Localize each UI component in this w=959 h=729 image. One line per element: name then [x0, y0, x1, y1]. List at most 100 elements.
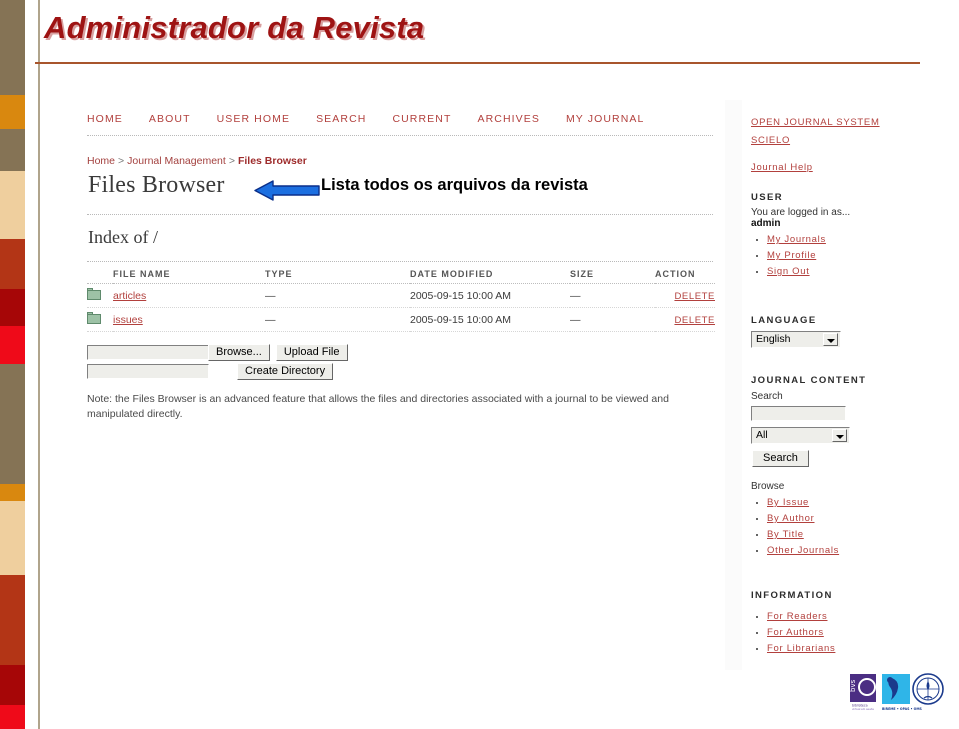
nav-user-home[interactable]: USER HOME: [217, 113, 291, 125]
row-type-cell: —: [265, 283, 410, 308]
user-logged-in-text: You are logged in as...: [751, 207, 851, 218]
browse-by-title-link[interactable]: By Title: [767, 529, 804, 540]
strip-segment-5: [0, 289, 25, 326]
chevron-down-icon[interactable]: [823, 333, 838, 347]
file-link-articles[interactable]: articles: [113, 290, 146, 302]
th-spacer: [87, 267, 113, 284]
bvs-logo: bvs biblioteca virtual em saude: [849, 674, 876, 711]
breadcrumb-separator-1: >: [118, 155, 125, 167]
search-scope-value: All: [756, 429, 768, 442]
breadcrumb-separator-2: >: [228, 155, 235, 167]
create-directory-row: Create Directory: [87, 363, 334, 381]
nav-current[interactable]: CURRENT: [392, 113, 451, 125]
ojs-brand-link-line2[interactable]: SCIELO: [751, 135, 790, 146]
row-action-cell: DELETE: [655, 283, 715, 308]
user-links: My Journals My Profile Sign Out: [751, 231, 886, 278]
th-action: ACTION: [655, 267, 715, 284]
search-scope-select[interactable]: All: [751, 427, 850, 445]
main-content-column: HOME ABOUT USER HOME SEARCH CURRENT ARCHIVES M…: [77, 100, 725, 670]
browse-links: By Issue By Author By Title Other Journa…: [751, 494, 886, 557]
upload-file-button[interactable]: Upload File: [275, 344, 348, 362]
heading-divider: [87, 213, 713, 215]
strip-segment-11: [0, 665, 25, 705]
sign-out-link[interactable]: Sign Out: [767, 266, 810, 277]
svg-text:virtual em saude: virtual em saude: [852, 707, 874, 711]
browse-by-issue-link[interactable]: By Issue: [767, 497, 809, 508]
svg-text:BIREME • OPAS • OMS: BIREME • OPAS • OMS: [882, 707, 923, 711]
ojs-brand-link-line1[interactable]: OPEN JOURNAL SYSTEM: [751, 117, 880, 128]
row-action-cell: DELETE: [655, 307, 715, 332]
annotation-arrow-icon: [254, 180, 320, 201]
for-readers-link[interactable]: For Readers: [767, 611, 828, 622]
nav-about[interactable]: ABOUT: [149, 113, 191, 125]
th-size: SIZE: [570, 267, 655, 284]
strip-edge-line: [38, 0, 40, 729]
my-profile-link[interactable]: My Profile: [767, 250, 816, 261]
list-item: By Author: [767, 510, 886, 525]
nav-archives[interactable]: ARCHIVES: [477, 113, 539, 125]
svg-text:bvs: bvs: [849, 679, 857, 692]
upload-file-input[interactable]: [87, 345, 209, 361]
upload-file-row: Browse... Upload File: [87, 344, 348, 362]
delete-link-issues[interactable]: DELETE: [674, 315, 715, 326]
strip-segment-6: [0, 326, 25, 364]
browse-button[interactable]: Browse...: [208, 344, 270, 362]
browse-other-journals-link[interactable]: Other Journals: [767, 545, 839, 556]
nav-my-journal[interactable]: MY JOURNAL: [566, 113, 645, 125]
breadcrumb-journal-management[interactable]: Journal Management: [127, 155, 226, 167]
list-item: For Readers: [767, 608, 886, 623]
language-block: LANGUAGE English: [751, 315, 886, 349]
create-directory-button[interactable]: Create Directory: [237, 363, 334, 381]
information-block: INFORMATION For Readers For Authors For …: [751, 590, 886, 656]
strip-segment-10: [0, 575, 25, 665]
chevron-down-icon[interactable]: [832, 429, 847, 443]
files-table: FILE NAME TYPE DATE MODIFIED SIZE ACTION…: [87, 267, 715, 332]
primary-navigation: HOME ABOUT USER HOME SEARCH CURRENT ARCHIVES M…: [87, 113, 707, 125]
list-item: By Issue: [767, 494, 886, 509]
for-librarians-link[interactable]: For Librarians: [767, 643, 835, 654]
journal-help-link[interactable]: Journal Help: [751, 162, 813, 173]
th-file-name: FILE NAME: [113, 267, 265, 284]
breadcrumb-home[interactable]: Home: [87, 155, 115, 167]
file-link-issues[interactable]: issues: [113, 314, 143, 326]
sidebar-brand: OPEN JOURNAL SYSTEM SCIELO: [751, 112, 886, 148]
files-browser-heading: Files Browser: [88, 172, 225, 198]
user-block: USER You are logged in as... admin My Jo…: [751, 192, 886, 279]
nav-home[interactable]: HOME: [87, 113, 123, 125]
footer-logos: bvs biblioteca virtual em saude BIREME •…: [848, 672, 948, 718]
search-button[interactable]: Search: [752, 450, 809, 468]
language-select-value: English: [756, 333, 791, 346]
my-journals-link[interactable]: My Journals: [767, 234, 826, 245]
language-select[interactable]: English: [751, 331, 841, 349]
breadcrumb-current: Files Browser: [237, 155, 307, 167]
browser-page: HOME ABOUT USER HOME SEARCH CURRENT ARCHIVES M…: [77, 100, 890, 670]
browse-by-author-link[interactable]: By Author: [767, 513, 815, 524]
delete-link-articles[interactable]: DELETE: [674, 291, 715, 302]
row-type-cell: —: [265, 307, 410, 332]
nav-search[interactable]: SEARCH: [316, 113, 366, 125]
for-authors-link[interactable]: For Authors: [767, 627, 824, 638]
search-label: Search: [751, 391, 783, 402]
strip-segment-9: [0, 501, 25, 575]
browse-label: Browse: [751, 481, 785, 492]
strip-segment-0: [0, 0, 25, 95]
decorative-color-strip: [0, 0, 25, 729]
row-size-cell: —: [570, 307, 655, 332]
search-input[interactable]: [751, 406, 846, 422]
list-item: My Profile: [767, 247, 886, 262]
sidebar: OPEN JOURNAL SYSTEM SCIELO Journal Help …: [742, 100, 890, 670]
index-heading: Index of /: [88, 227, 158, 247]
journal-content-heading: JOURNAL CONTENT: [751, 375, 867, 386]
row-name-cell: issues: [113, 307, 265, 332]
user-heading: USER: [751, 192, 783, 203]
title-divider: [35, 62, 920, 64]
strip-segment-8: [0, 484, 25, 501]
list-item: For Authors: [767, 624, 886, 639]
directory-name-input[interactable]: [87, 364, 209, 380]
journal-help-block: Journal Help: [751, 157, 886, 175]
folder-icon: [87, 288, 101, 300]
nav-divider: [87, 134, 713, 136]
list-item: By Title: [767, 526, 886, 541]
row-icon-cell: [87, 307, 113, 332]
strip-segment-4: [0, 239, 25, 289]
